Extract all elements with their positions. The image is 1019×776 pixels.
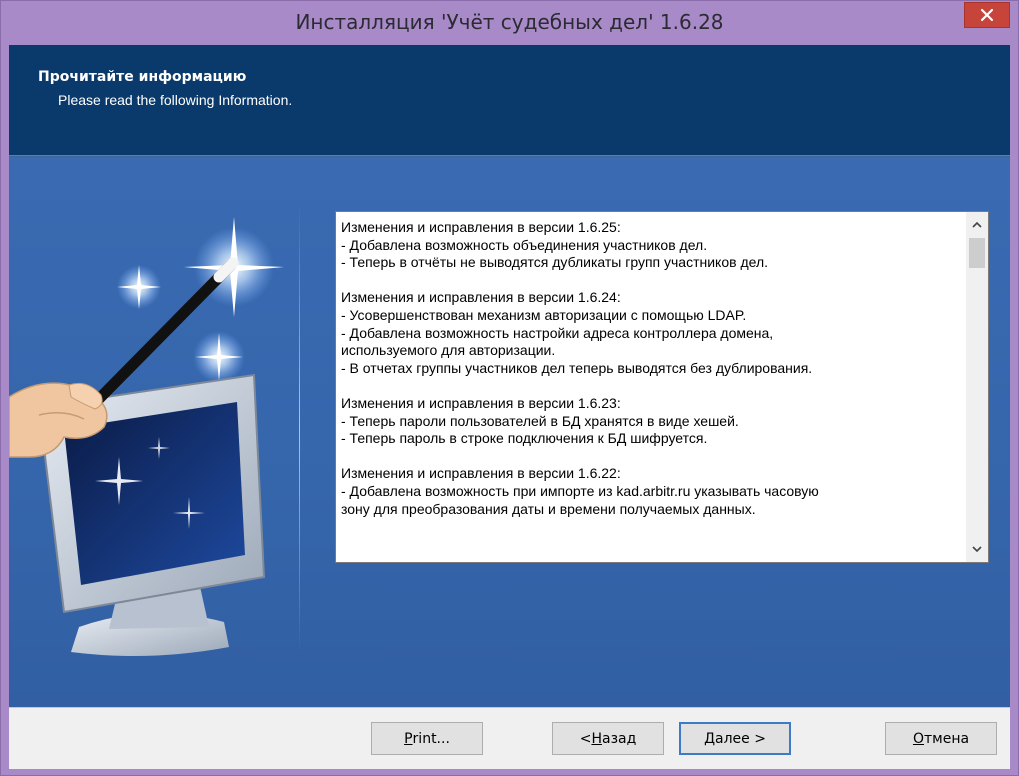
scroll-up-button[interactable] [966, 214, 988, 236]
back-label: азад [601, 730, 637, 747]
release-note-line: - Теперь пароли пользователей в БД храня… [341, 412, 739, 429]
page-heading: Прочитайте информацию [38, 69, 247, 85]
panel-divider [299, 205, 300, 653]
release-note-line: - Теперь пароль в строке подключения к Б… [341, 430, 708, 447]
next-button[interactable]: Далее > [679, 722, 791, 755]
cancel-mnemonic: О [912, 730, 924, 747]
magic-wand-monitor-icon [9, 217, 284, 656]
chevron-up-icon [972, 221, 982, 228]
scroll-thumb[interactable] [969, 238, 985, 268]
release-note-line: - Добавлена возможность настройки адреса… [341, 324, 774, 341]
release-note-line: - Усовершенствован механизм авторизации … [341, 306, 747, 323]
button-bar: Print... < Назад Далее > Отмена [9, 707, 1010, 769]
content-panel: Изменения и исправления в версии 1.6.25:… [9, 157, 1010, 707]
window-title: Инсталляция 'Учёт судебных дел' 1.6.28 [295, 10, 724, 34]
release-notes-text: Изменения и исправления в версии 1.6.25:… [341, 219, 961, 555]
vertical-scrollbar[interactable] [966, 212, 988, 562]
installer-window: Инсталляция 'Учёт судебных дел' 1.6.28 П… [0, 0, 1019, 776]
release-note-line: - В отчетах группы участников дел теперь… [341, 359, 813, 376]
release-note-line: - Теперь в отчёты не выводятся дубликаты… [341, 254, 768, 271]
release-note-line: Изменения и исправления в версии 1.6.24: [341, 289, 621, 306]
print-label: rint... [412, 730, 450, 747]
back-button[interactable]: < Назад [552, 722, 664, 755]
print-mnemonic: P [404, 730, 413, 747]
cancel-label: тмена [923, 730, 970, 747]
release-note-line: зону для преобразования даты и времени п… [341, 500, 756, 517]
print-button[interactable]: Print... [371, 722, 483, 755]
scroll-down-button[interactable] [966, 538, 988, 560]
release-note-line: - Добавлена возможность при импорте из k… [341, 482, 819, 499]
back-mnemonic: Н [591, 730, 602, 747]
chevron-down-icon [972, 546, 982, 553]
release-note-line: Изменения и исправления в версии 1.6.23: [341, 394, 621, 411]
cancel-button[interactable]: Отмена [885, 722, 997, 755]
release-notes-box[interactable]: Изменения и исправления в версии 1.6.25:… [335, 211, 989, 563]
release-note-line: Изменения и исправления в версии 1.6.25: [341, 219, 621, 235]
release-note-line: используемого для авторизации. [341, 342, 556, 359]
close-icon [980, 8, 994, 22]
close-button[interactable] [964, 2, 1010, 28]
release-note-line: Изменения и исправления в версии 1.6.22: [341, 465, 621, 482]
title-bar[interactable]: Инсталляция 'Учёт судебных дел' 1.6.28 [1, 1, 1018, 45]
page-header: Прочитайте информацию Please read the fo… [9, 45, 1010, 155]
page-subheading: Please read the following Information. [58, 92, 293, 108]
next-label: алее > [715, 730, 766, 747]
next-mnemonic: Д [704, 730, 715, 747]
back-prefix: < [579, 730, 592, 747]
release-note-line: - Добавлена возможность объединения учас… [341, 236, 708, 253]
